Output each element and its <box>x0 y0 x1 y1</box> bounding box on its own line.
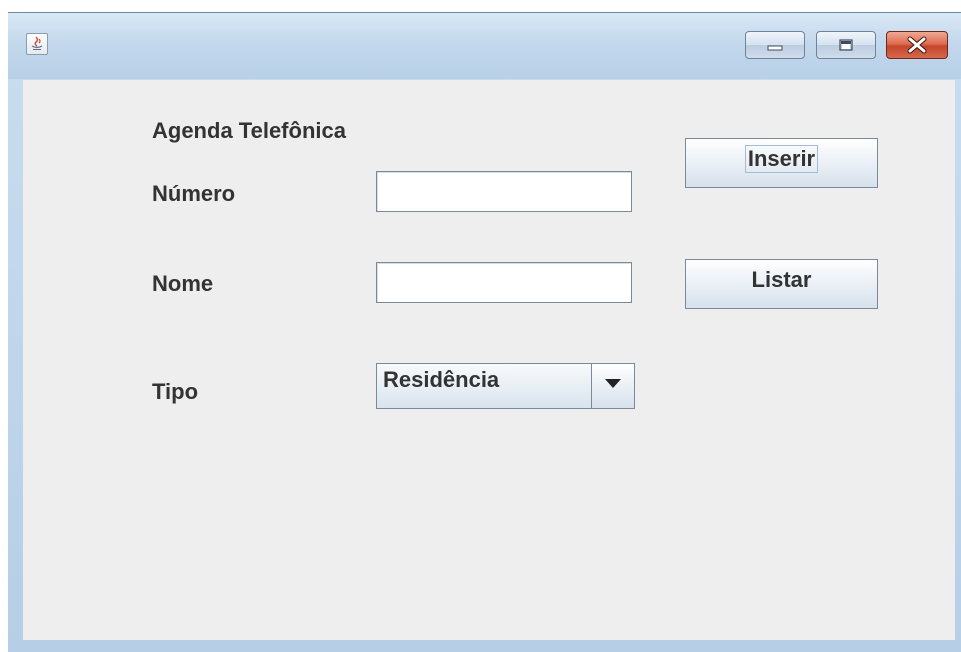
title-bar[interactable] <box>8 13 961 79</box>
inserir-button[interactable]: Inserir <box>685 138 878 188</box>
numero-input[interactable] <box>376 171 632 212</box>
inserir-button-label: Inserir <box>744 145 819 173</box>
minimize-icon <box>767 45 783 51</box>
maximize-button[interactable] <box>816 31 876 59</box>
tipo-select[interactable]: Residência <box>376 363 635 409</box>
tipo-selected-value: Residência <box>383 367 500 392</box>
tipo-dropdown-button[interactable] <box>591 364 634 408</box>
numero-label: Número <box>152 181 236 206</box>
close-icon <box>907 36 927 54</box>
form-panel: Agenda Telefônica Número Inserir Nome Li… <box>23 80 955 640</box>
listar-button-label: Listar <box>751 267 812 292</box>
form-heading: Agenda Telefônica <box>152 118 346 143</box>
nome-label: Nome <box>152 271 214 296</box>
tipo-label: Tipo <box>152 379 199 404</box>
app-window: Agenda Telefônica Número Inserir Nome Li… <box>8 12 961 652</box>
nome-input[interactable] <box>376 262 632 303</box>
maximize-icon <box>839 39 853 51</box>
listar-button[interactable]: Listar <box>685 259 878 309</box>
java-cup-icon[interactable] <box>26 33 48 55</box>
desktop-background <box>0 0 961 12</box>
chevron-down-icon <box>605 379 621 388</box>
close-button[interactable] <box>886 31 948 59</box>
minimize-button[interactable] <box>745 31 805 59</box>
